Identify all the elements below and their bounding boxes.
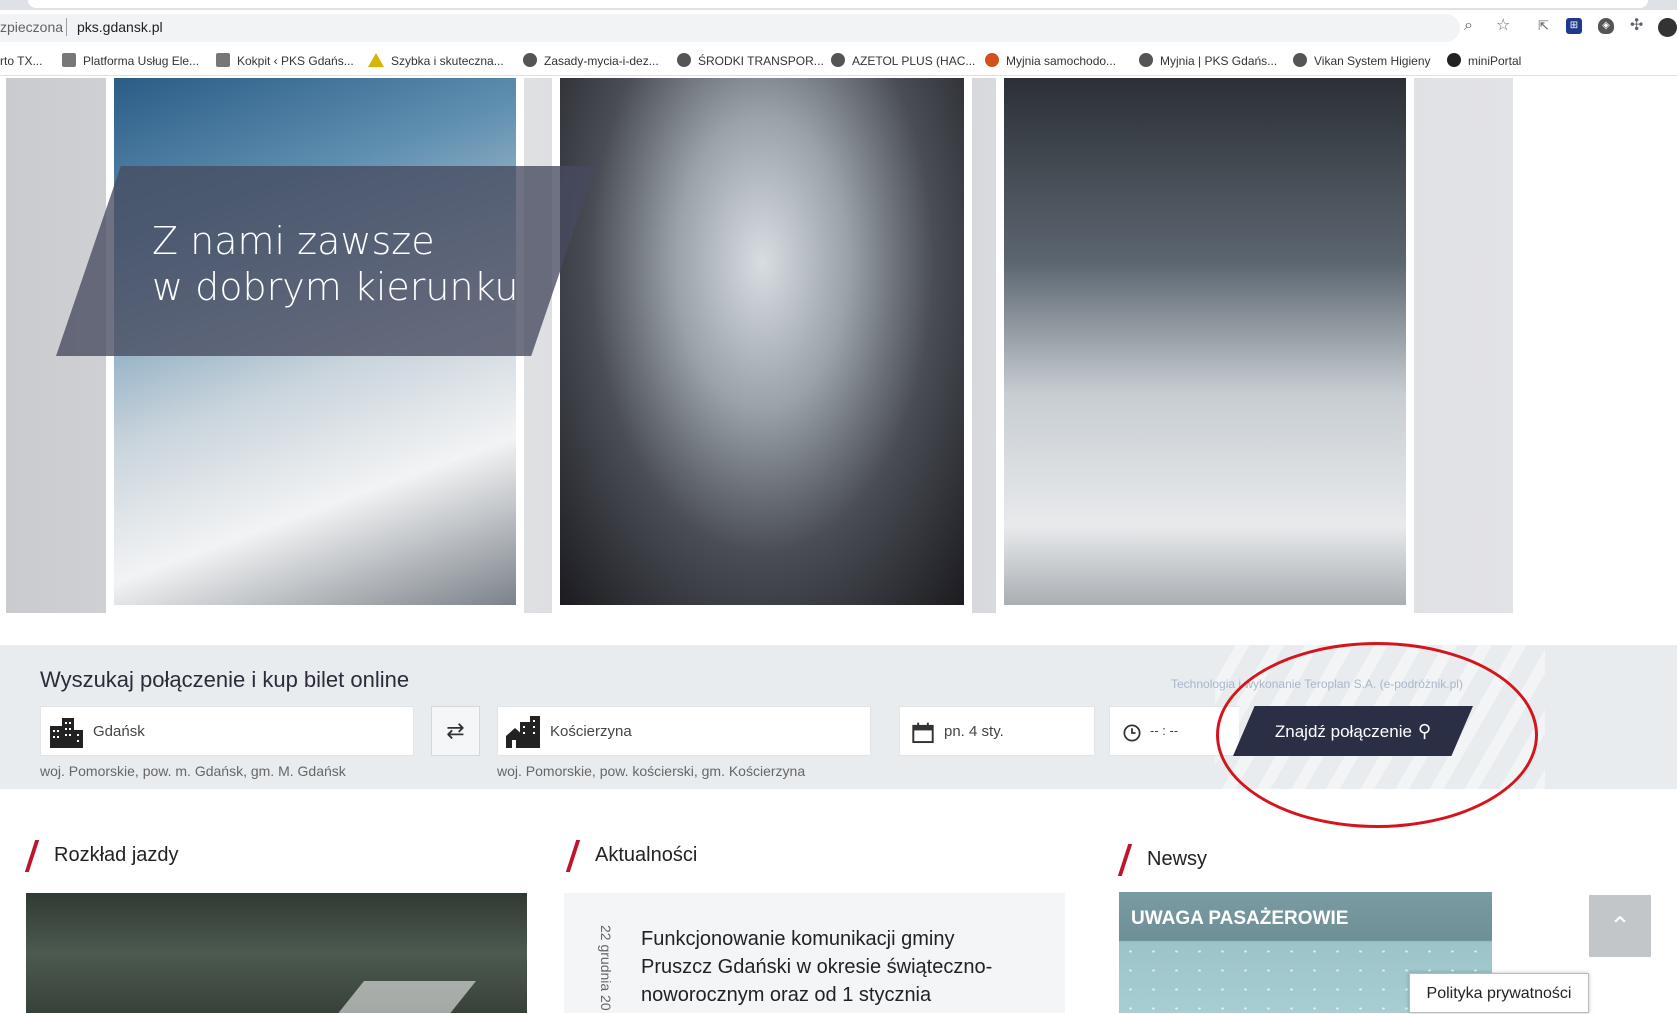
- address-bar[interactable]: [0, 14, 1460, 42]
- globe-icon: [831, 53, 845, 67]
- section-accent-slash: [565, 840, 581, 872]
- extension-translate-icon[interactable]: ⊞: [1566, 18, 1582, 34]
- url-separator: [66, 18, 67, 36]
- car-wash-icon: [985, 53, 999, 67]
- bookmarks-bar: rto TX... Platforma Usług Ele... Kokpit …: [0, 46, 1677, 76]
- news-section-header: Aktualności: [565, 838, 871, 872]
- extension-shield-icon[interactable]: ◈: [1598, 18, 1614, 34]
- news-section-title: Aktualności: [595, 844, 698, 866]
- alert-title: UWAGA PASAŻEROWIE: [1131, 908, 1349, 929]
- from-station-region: woj. Pomorskie, pow. m. Gdańsk, gm. M. G…: [40, 763, 346, 779]
- annotation-highlight-circle: [1216, 642, 1538, 828]
- town-houses-icon: [506, 716, 540, 748]
- newsy-section-header: Newsy: [1117, 842, 1423, 876]
- bookmark-item[interactable]: Kokpit ‹ PKS Gdańs...: [216, 52, 354, 70]
- browser-toolbar: [0, 10, 1677, 46]
- schedule-card[interactable]: [26, 893, 527, 1013]
- calendar-icon: [912, 722, 934, 744]
- bookmark-item[interactable]: Myjnia | PKS Gdańs...: [1139, 52, 1277, 70]
- from-station-input[interactable]: Gdańsk: [40, 706, 414, 756]
- security-indicator[interactable]: zpieczona: [0, 19, 63, 35]
- hero-photo-bus-fleet: [996, 78, 1414, 613]
- from-station-value: Gdańsk: [93, 723, 145, 740]
- extension-cursor-icon[interactable]: ⇱: [1538, 17, 1549, 35]
- bookmark-item[interactable]: AZETOL PLUS (HAC...: [831, 52, 975, 70]
- portal-icon: [1447, 53, 1461, 67]
- warning-icon: [368, 53, 384, 67]
- date-value: pn. 4 sty.: [944, 723, 1004, 740]
- newsy-section-title: Newsy: [1147, 848, 1208, 870]
- profile-avatar-icon[interactable]: [1658, 18, 1677, 37]
- extensions-puzzle-icon[interactable]: ✣: [1630, 17, 1643, 35]
- network-icon: [62, 53, 76, 67]
- city-buildings-icon: [50, 718, 83, 748]
- to-station-value: Kościerzyna: [550, 723, 632, 740]
- active-tab-edge[interactable]: [28, 0, 1648, 8]
- globe-icon: [523, 53, 537, 67]
- bookmark-item[interactable]: miniPortal: [1447, 52, 1521, 70]
- clock-icon: [1123, 724, 1141, 742]
- bookmark-item[interactable]: Szybka i skuteczna...: [368, 52, 504, 70]
- to-station-input[interactable]: Kościerzyna: [497, 706, 871, 756]
- bookmark-item[interactable]: Vikan System Higieny: [1293, 52, 1431, 70]
- bookmark-item[interactable]: Myjnia samochodo...: [985, 52, 1116, 70]
- scroll-to-top-button[interactable]: ⌃: [1589, 895, 1651, 957]
- search-title: Wyszukaj połączenie i kup bilet online: [40, 667, 410, 692]
- to-station-region: woj. Pomorskie, pow. kościerski, gm. Koś…: [497, 763, 806, 779]
- decorative-shape: [316, 981, 476, 1013]
- schedule-section-header: Rozkład jazdy: [24, 838, 330, 872]
- bookmark-item[interactable]: ŚRODKI TRANSPOR...: [677, 52, 824, 70]
- globe-icon: [1293, 53, 1307, 67]
- browser-tabstrip: [0, 0, 1677, 10]
- section-accent-slash: [1117, 844, 1133, 876]
- bookmark-item[interactable]: Zasady-mycia-i-dez...: [523, 52, 659, 70]
- zoom-icon[interactable]: ⌕: [1464, 17, 1473, 35]
- swap-stations-button[interactable]: ⇄: [431, 706, 480, 756]
- privacy-policy-button[interactable]: Polityka prywatności: [1409, 973, 1589, 1013]
- bookmark-item[interactable]: Platforma Usług Ele...: [62, 52, 199, 70]
- url-text[interactable]: pks.gdansk.pl: [77, 19, 163, 35]
- globe-icon: [677, 53, 691, 67]
- news-date: 22 grudnia 20: [598, 925, 614, 1011]
- news-headline-link[interactable]: Funkcjonowanie komunikacji gminy Pruszcz…: [641, 925, 1021, 1009]
- hero-banner: Z nami zawsze w dobrym kierunku: [6, 78, 1513, 613]
- hero-photo-bus-interior: [552, 78, 972, 613]
- section-accent-slash: [24, 840, 40, 872]
- bookmark-star-icon[interactable]: ☆: [1496, 17, 1510, 35]
- schedule-section-title: Rozkład jazdy: [54, 844, 179, 866]
- pks-icon: [216, 53, 230, 67]
- bookmark-item[interactable]: rto TX...: [0, 52, 42, 70]
- time-value: -- : --: [1150, 723, 1179, 738]
- hero-slogan: Z nami zawsze w dobrym kierunku: [152, 219, 519, 309]
- date-input[interactable]: pn. 4 sty.: [899, 706, 1095, 756]
- globe-icon: [1139, 53, 1153, 67]
